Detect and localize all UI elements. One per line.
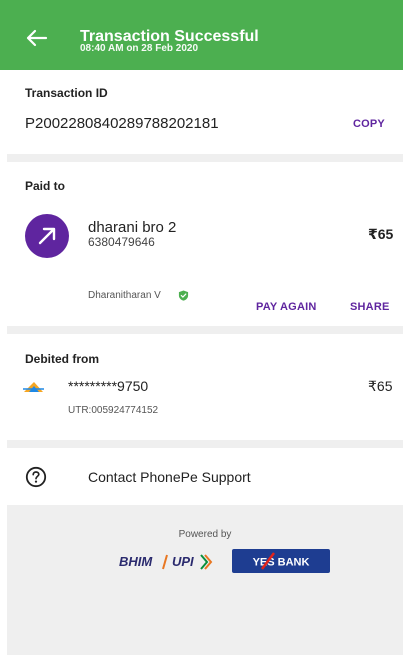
upi-logo-text: UPI	[172, 554, 194, 569]
bhim-upi-logo: BHIM UPI	[119, 554, 213, 570]
section-divider	[7, 326, 403, 334]
verified-name: Dharanitharan V	[88, 290, 161, 301]
paid-to-label: Paid to	[25, 179, 66, 193]
header: Transaction Successful 08:40 AM on 28 Fe…	[0, 0, 403, 70]
footer: Powered by BHIM UPI YES BANK	[7, 505, 403, 655]
arrow-up-right-icon	[38, 227, 56, 245]
avatar	[25, 214, 69, 258]
paid-amount: ₹65	[368, 226, 394, 242]
section-divider	[7, 440, 403, 448]
pay-again-button[interactable]: PAY AGAIN	[256, 301, 317, 313]
bhim-logo-text: BHIM	[119, 554, 153, 569]
yes-bank-logo: YES BANK	[232, 549, 330, 573]
contact-support-label: Contact PhonePe Support	[88, 469, 251, 485]
powered-by-label: Powered by	[178, 529, 232, 540]
copy-button[interactable]: COPY	[353, 118, 385, 130]
debit-amount: ₹65	[368, 378, 393, 394]
payee-phone: 6380479646	[88, 235, 155, 249]
debited-from-label: Debited from	[25, 352, 100, 366]
yes-bank-logo-text: YES BANK	[253, 557, 310, 569]
transaction-id-label: Transaction ID	[25, 86, 108, 100]
contact-support-row[interactable]: Contact PhonePe Support	[0, 455, 403, 500]
payee-name: dharani bro 2	[88, 219, 177, 236]
header-subtitle: 08:40 AM on 28 Feb 2020	[80, 43, 199, 54]
help-circle-icon	[25, 466, 47, 488]
bank-logo-icon	[23, 382, 44, 392]
verified-shield-icon	[178, 290, 189, 301]
back-arrow-icon[interactable]	[24, 28, 48, 48]
transaction-id: P2002280840289788202181	[25, 115, 219, 132]
debit-account: *********9750	[68, 378, 149, 394]
utr-number: UTR:005924774152	[68, 405, 159, 416]
section-divider	[7, 154, 403, 162]
share-button[interactable]: SHARE	[350, 301, 390, 313]
